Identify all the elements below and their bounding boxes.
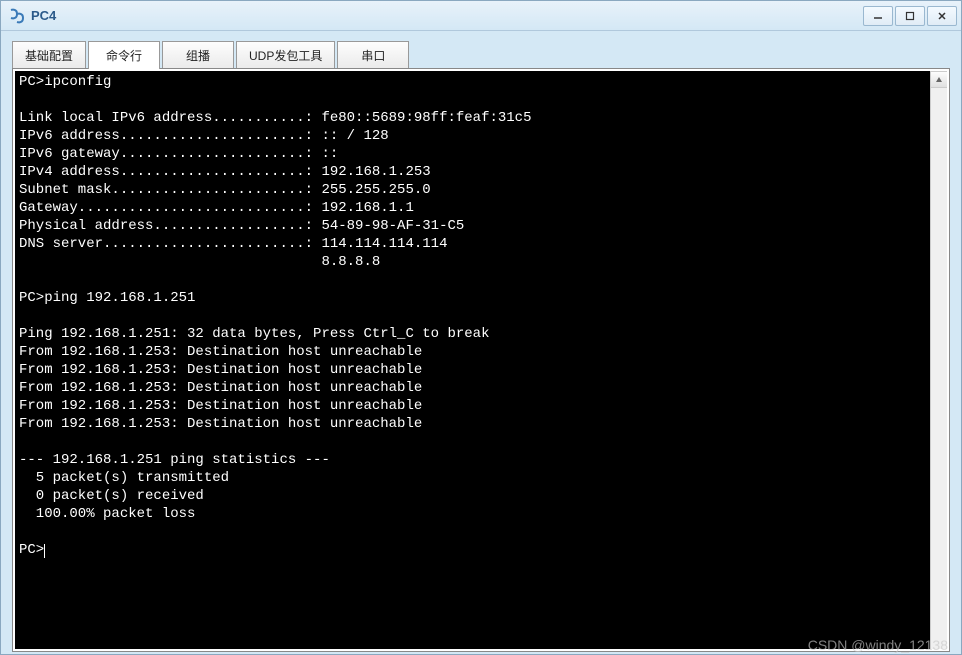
terminal-line: IPv4 address......................: 192.… xyxy=(19,164,431,180)
terminal-line: 100.00% packet loss xyxy=(19,506,195,522)
tab-multicast[interactable]: 组播 xyxy=(162,41,234,69)
tab-udp-tool[interactable]: UDP发包工具 xyxy=(236,41,335,69)
app-icon xyxy=(9,8,25,24)
window-controls xyxy=(861,6,957,26)
terminal-line: DNS server........................: 114.… xyxy=(19,236,447,252)
tab-serial[interactable]: 串口 xyxy=(337,41,409,69)
terminal-line: 8.8.8.8 xyxy=(19,254,380,270)
terminal-line: From 192.168.1.253: Destination host unr… xyxy=(19,362,422,378)
terminal-line: 5 packet(s) transmitted xyxy=(19,470,229,486)
cursor-icon xyxy=(44,544,45,558)
scroll-track[interactable] xyxy=(931,88,947,649)
terminal-line: From 192.168.1.253: Destination host unr… xyxy=(19,380,422,396)
scroll-up-button[interactable] xyxy=(931,71,947,88)
terminal-container: PC>ipconfig Link local IPv6 address.....… xyxy=(12,68,950,652)
scrollbar[interactable] xyxy=(930,71,947,649)
terminal-line: Ping 192.168.1.251: 32 data bytes, Press… xyxy=(19,326,489,342)
terminal-prompt: PC> xyxy=(19,542,44,558)
tab-basic-config[interactable]: 基础配置 xyxy=(12,41,86,69)
terminal-line: From 192.168.1.253: Destination host unr… xyxy=(19,398,422,414)
terminal[interactable]: PC>ipconfig Link local IPv6 address.....… xyxy=(15,71,930,649)
terminal-line: From 192.168.1.253: Destination host unr… xyxy=(19,416,422,432)
minimize-button[interactable] xyxy=(863,6,893,26)
terminal-line: Link local IPv6 address...........: fe80… xyxy=(19,110,531,126)
terminal-line: Subnet mask.......................: 255.… xyxy=(19,182,431,198)
close-button[interactable] xyxy=(927,6,957,26)
titlebar[interactable]: PC4 xyxy=(1,1,961,31)
maximize-button[interactable] xyxy=(895,6,925,26)
terminal-line: Physical address..................: 54-8… xyxy=(19,218,464,234)
terminal-line: PC>ping 192.168.1.251 xyxy=(19,290,195,306)
tab-command-line[interactable]: 命令行 xyxy=(88,41,160,69)
terminal-line: PC>ipconfig xyxy=(19,74,111,90)
terminal-line: --- 192.168.1.251 ping statistics --- xyxy=(19,452,330,468)
app-window: PC4 基础配置 命令行 组播 UDP发包工具 串口 PC>ipconfig L… xyxy=(0,0,962,655)
terminal-line: Gateway...........................: 192.… xyxy=(19,200,414,216)
tabs: 基础配置 命令行 组播 UDP发包工具 串口 xyxy=(12,41,950,69)
content-area: 基础配置 命令行 组播 UDP发包工具 串口 PC>ipconfig Link … xyxy=(1,31,961,654)
window-title: PC4 xyxy=(31,8,861,23)
terminal-line: IPv6 gateway......................: :: xyxy=(19,146,338,162)
terminal-line: 0 packet(s) received xyxy=(19,488,204,504)
terminal-line: From 192.168.1.253: Destination host unr… xyxy=(19,344,422,360)
terminal-line: IPv6 address......................: :: /… xyxy=(19,128,389,144)
